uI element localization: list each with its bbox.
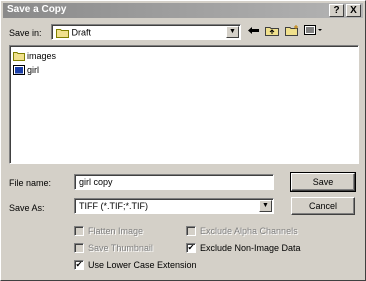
exclude-non-image-data-checkbox[interactable]: ✔ Exclude Non-Image Data — [186, 242, 301, 254]
save-as-label: Save As: — [9, 203, 45, 213]
save-in-value: Draft — [71, 27, 92, 38]
dialog-title: Save a Copy — [7, 4, 67, 15]
chevron-down-icon[interactable]: ▼ — [226, 26, 239, 38]
save-a-copy-dialog: Save a Copy ? X Save in: Draft ▼ images — [0, 0, 366, 281]
image-file-icon — [13, 64, 25, 75]
folder-icon — [13, 51, 25, 61]
up-folder-icon[interactable] — [263, 25, 280, 40]
file-list[interactable]: images girl — [9, 45, 359, 164]
folder-icon — [56, 28, 69, 38]
back-icon[interactable] — [245, 25, 262, 40]
list-item[interactable]: images — [13, 50, 56, 62]
title-bar: Save a Copy ? X — [3, 3, 363, 18]
save-as-value: TIFF (*.TIF;*.TIF) — [79, 201, 148, 211]
file-name: images — [27, 50, 57, 61]
file-name-label: File name: — [9, 178, 52, 188]
file-name-value: girl copy — [79, 177, 113, 187]
flatten-image-checkbox[interactable]: Flatten Image — [74, 225, 143, 237]
save-button[interactable]: Save — [290, 172, 356, 192]
file-name: girl — [27, 64, 40, 75]
save-in-label: Save in: — [9, 28, 42, 38]
checkmark-icon: ✔ — [186, 242, 196, 253]
file-name-field[interactable]: girl copy — [74, 174, 274, 190]
lower-case-extension-checkbox[interactable]: ✔ Use Lower Case Extension — [74, 259, 197, 271]
save-as-dropdown[interactable]: TIFF (*.TIF;*.TIF) ▼ — [74, 198, 274, 214]
save-in-dropdown[interactable]: Draft ▼ — [51, 24, 241, 40]
exclude-alpha-channels-checkbox[interactable]: Exclude Alpha Channels — [186, 225, 298, 237]
help-icon: ? — [333, 5, 340, 16]
checkmark-icon: ✔ — [74, 259, 84, 270]
close-button[interactable]: X — [346, 4, 361, 17]
view-menu-icon[interactable] — [303, 25, 325, 40]
save-thumbnail-checkbox[interactable]: Save Thumbnail — [74, 242, 153, 254]
list-item[interactable]: girl — [13, 64, 39, 76]
help-button[interactable]: ? — [329, 4, 344, 17]
cancel-button[interactable]: Cancel — [291, 197, 355, 215]
new-folder-icon[interactable] — [283, 25, 300, 40]
close-icon: X — [350, 5, 357, 16]
chevron-down-icon[interactable]: ▼ — [259, 200, 272, 212]
